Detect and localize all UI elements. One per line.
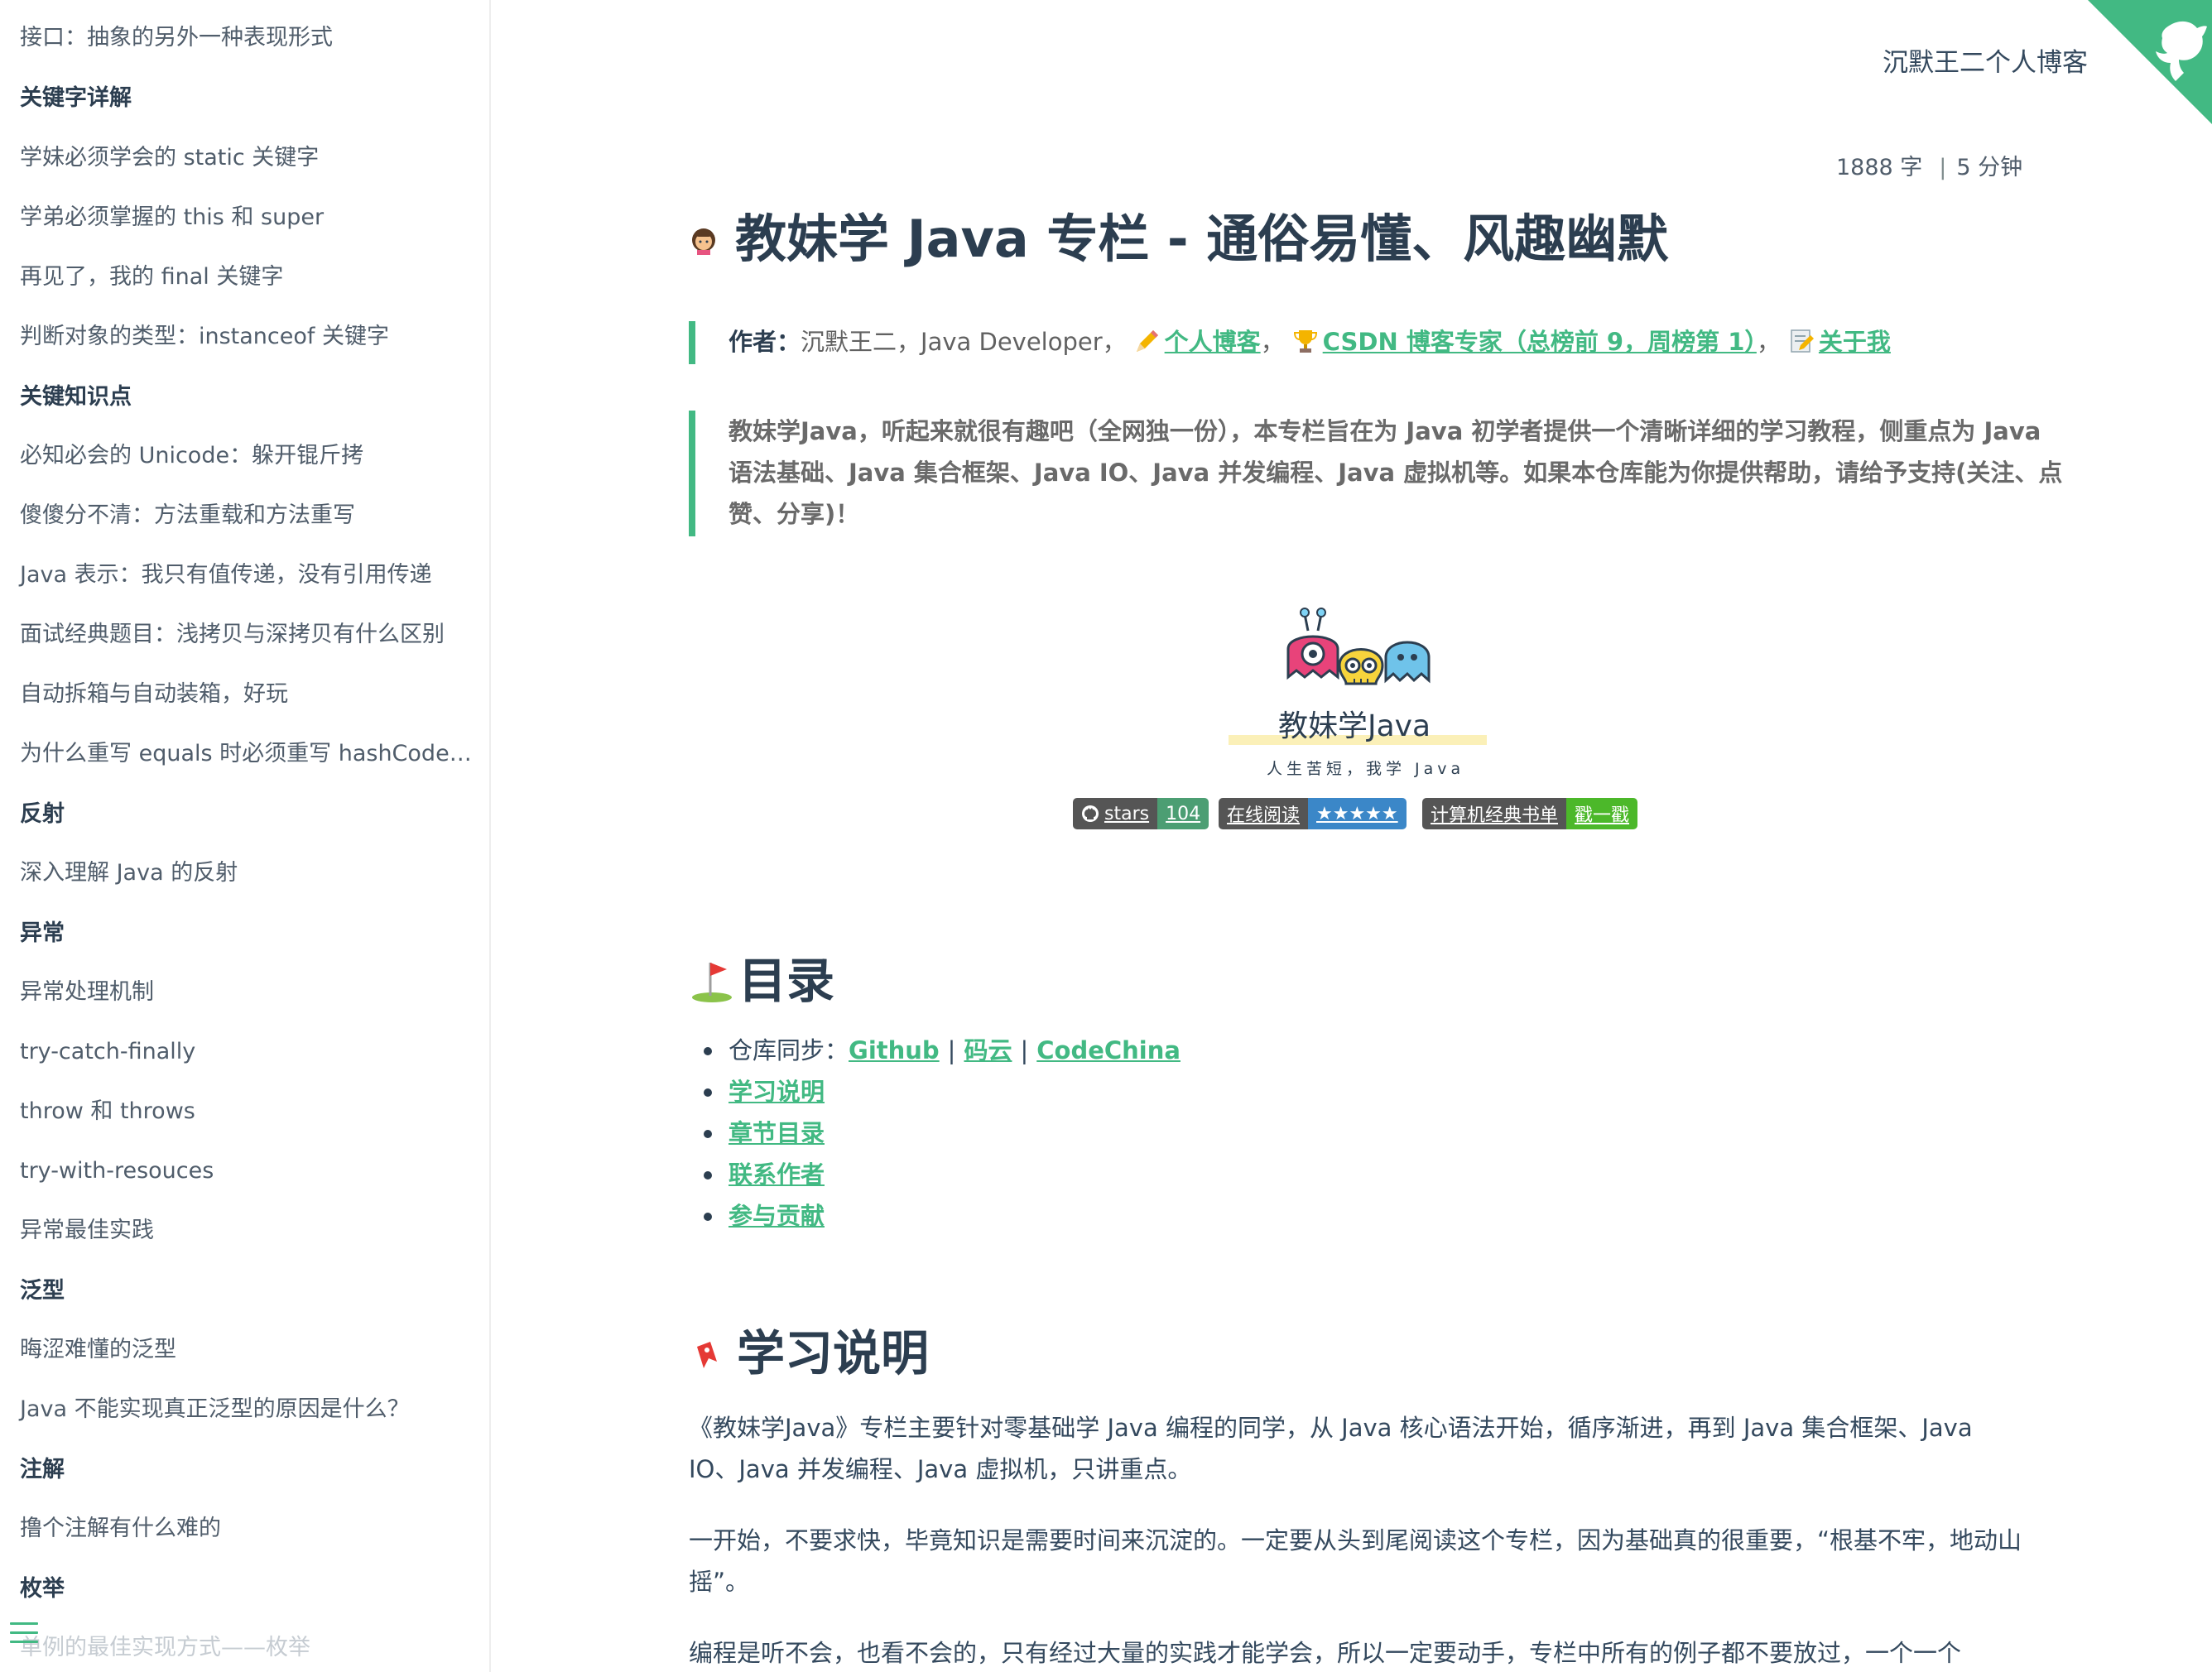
sidebar-section-heading: 泛型 xyxy=(20,1278,65,1304)
sidebar-item[interactable]: 面试经典题目：浅拷贝与深拷贝有什么区别 xyxy=(20,620,445,650)
badge-online-label: 在线阅读 xyxy=(1219,798,1309,829)
gitee-link[interactable]: 码云 xyxy=(964,1036,1012,1064)
toc-heading-text: 目录 xyxy=(738,953,835,1009)
reading-time: 5 分钟 xyxy=(1956,155,2023,180)
meta-divider: | xyxy=(1939,155,1947,180)
sidebar-item[interactable]: Java 表示：我只有值传递，没有引用传递 xyxy=(20,560,432,590)
page-title: 教妹学 Java 专栏 - 通俗易懂、风趣幽默 xyxy=(735,209,1669,269)
sidebar-item[interactable]: throw 和 throws xyxy=(20,1097,195,1127)
reading-meta: 1888 字 | 5 分钟 xyxy=(1836,149,2022,181)
sidebar-item[interactable]: 异常最佳实践 xyxy=(20,1216,154,1246)
toc-item: 联系作者 xyxy=(704,1154,1181,1195)
golf-flag-icon xyxy=(692,963,732,1002)
sidebar-item[interactable]: 必知必会的 Unicode：躲开锟斤拷 xyxy=(20,441,363,471)
author-separator: ， xyxy=(1260,328,1285,356)
sidebar-section-heading: 注解 xyxy=(20,1457,65,1482)
sync-label: 仓库同步： xyxy=(729,1036,849,1064)
sidebar-item[interactable]: 为什么重写 equals 时必须重写 hashCode 方法 xyxy=(20,739,475,769)
toc-item-sync: 仓库同步：Github | 码云 | CodeChina xyxy=(704,1030,1181,1071)
trophy-icon xyxy=(1293,330,1317,353)
toc-list: 仓库同步：Github | 码云 | CodeChina 学习说明 章节目录 联系作者 … xyxy=(704,1030,1181,1237)
sidebar-item[interactable]: 判断对象的类型：instanceof 关键字 xyxy=(20,322,389,352)
word-count: 1888 字 xyxy=(1836,155,1923,180)
toc-item: 学习说明 xyxy=(704,1071,1181,1112)
sidebar-item[interactable]: 单例的最佳实现方式——枚举 xyxy=(20,1633,310,1663)
sidebar-section-heading: 异常 xyxy=(20,920,65,946)
toc-link-contribute[interactable]: 参与贡献 xyxy=(729,1202,825,1230)
sidebar-item[interactable]: 晦涩难懂的泛型 xyxy=(20,1335,176,1365)
sidebar-section-heading: 反射 xyxy=(20,801,65,827)
sidebar-item[interactable]: Java 不能实现真正泛型的原因是什么？ xyxy=(20,1395,410,1425)
sidebar-item[interactable]: 深入理解 Java 的反射 xyxy=(20,858,238,888)
girl-icon xyxy=(692,228,715,255)
toc-heading: 目录 xyxy=(689,942,834,1011)
sidebar-item[interactable]: 傻傻分不清：方法重载和方法重写 xyxy=(20,501,355,531)
author-blockquote: 作者：沉默王二，Java Developer， 个人博客， CSDN 博客专家（总榜… xyxy=(689,321,1891,364)
learning-paragraph-1: 《教妹学Java》专栏主要针对零基础学 Java 编程的同学，从 Java 核心… xyxy=(689,1414,1973,1483)
sidebar-section-heading: 关键字详解 xyxy=(20,85,132,111)
intro-blockquote: 教妹学Java，听起来就很有趣吧（全网独一份），本专栏旨在为 Java 初学者提… xyxy=(689,411,2070,536)
sidebar-item[interactable]: 再见了，我的 final 关键字 xyxy=(20,262,283,292)
badge-books-action: 戳一戳 xyxy=(1566,798,1638,829)
badge-stars-label: stars xyxy=(1104,803,1150,824)
sidebar-item[interactable]: 自动拆箱与自动装箱，好玩 xyxy=(20,680,288,709)
badge-books-label: 计算机经典书单 xyxy=(1422,798,1567,829)
toc-link-learning-notes[interactable]: 学习说明 xyxy=(729,1078,825,1106)
toc-item: 章节目录 xyxy=(704,1112,1181,1154)
link-divider: | xyxy=(1020,1036,1029,1064)
about-me-link[interactable]: 关于我 xyxy=(1819,328,1891,356)
sidebar-item[interactable]: 学妹必须学会的 static 关键字 xyxy=(20,143,319,173)
sidebar-item[interactable]: 撸个注解有什么难的 xyxy=(20,1514,221,1544)
badge-left: stars xyxy=(1073,798,1158,829)
badge-stars-count: 104 xyxy=(1157,798,1209,829)
pencil-icon xyxy=(1136,330,1158,352)
logo-title: 教妹学Java xyxy=(1278,709,1431,743)
sidebar-toggle-menu-icon[interactable] xyxy=(10,1622,38,1647)
csdn-link[interactable]: CSDN 博客专家（总榜前 9，周榜第 1） xyxy=(1323,328,1757,356)
sidebar-item[interactable]: 异常处理机制 xyxy=(20,978,154,1007)
blog-nav-link[interactable]: 沉默王二个人博客 xyxy=(1883,41,2088,79)
github-stars-badge[interactable]: stars 104 xyxy=(1073,798,1209,829)
bookmark-icon xyxy=(697,1342,717,1368)
learning-paragraph-2: 一开始，不要求快，毕竟知识是需要时间来沉淀的。一定要从头到尾阅读这个专栏，因为基… xyxy=(689,1526,2022,1596)
online-reading-badge[interactable]: 在线阅读 ★★★★★ xyxy=(1219,798,1407,829)
learning-heading-text: 学习说明 xyxy=(737,1325,930,1381)
toc-link-chapters[interactable]: 章节目录 xyxy=(729,1119,825,1147)
personal-blog-link[interactable]: 个人博客 xyxy=(1165,328,1261,356)
author-text: 沉默王二，Java Developer， xyxy=(801,328,1127,356)
sidebar: 接口：抽象的另外一种表现形式 关键字详解 学妹必须学会的 static 关键字 … xyxy=(0,0,491,1672)
learning-paragraph-3: 编程是听不会，也看不会的，只有经过大量的实践才能学会，所以一定要动手，专栏中所有… xyxy=(689,1639,1962,1667)
book-list-badge[interactable]: 计算机经典书单 戳一戳 xyxy=(1422,798,1638,829)
toc-item: 参与贡献 xyxy=(704,1195,1181,1237)
author-label: 作者： xyxy=(729,328,801,356)
author-separator: ， xyxy=(1756,328,1781,356)
link-divider: | xyxy=(947,1036,956,1064)
toc-link-contact[interactable]: 联系作者 xyxy=(729,1160,825,1189)
codechina-link[interactable]: CodeChina xyxy=(1036,1036,1181,1064)
memo-icon xyxy=(1791,329,1814,353)
sidebar-item[interactable]: 学弟必须掌握的 this 和 super xyxy=(20,203,324,233)
sidebar-section-heading: 关键知识点 xyxy=(20,384,132,410)
badge-online-rating: ★★★★★ xyxy=(1308,798,1407,829)
github-link[interactable]: Github xyxy=(849,1036,940,1064)
learning-heading: 学习说明 xyxy=(689,1314,929,1384)
sidebar-item[interactable]: try-with-resouces xyxy=(20,1156,214,1186)
sidebar-item[interactable]: 接口：抽象的另外一种表现形式 xyxy=(20,23,333,53)
github-icon xyxy=(1082,805,1099,822)
sidebar-section-heading: 枚举 xyxy=(20,1576,65,1602)
github-corner-icon[interactable] xyxy=(2088,0,2212,124)
logo-subtitle: 人生苦短，我学 Java xyxy=(1267,760,1465,778)
sidebar-item[interactable]: try-catch-finally xyxy=(20,1037,195,1067)
